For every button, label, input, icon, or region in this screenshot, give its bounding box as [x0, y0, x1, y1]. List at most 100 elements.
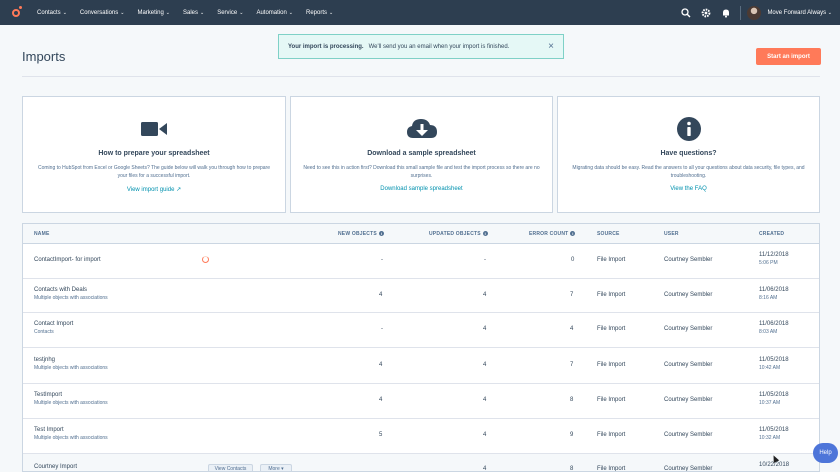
more-dropdown-button[interactable]: More ▾ [260, 464, 292, 471]
nav-utilities: Move Forward Always ⌄ [680, 0, 840, 25]
nav-item-reports[interactable]: Reports ⌄ [306, 10, 333, 16]
row-name[interactable]: Contact Import Contacts [34, 321, 73, 335]
row-created: 11/05/2018 10:32 AM [759, 427, 789, 441]
page-title: Imports [22, 49, 66, 64]
alert-message: We'll send you an email when your import… [368, 43, 510, 50]
table-header: NAME NEW OBJECTS i UPDATED OBJECTS i ERROR… [23, 224, 819, 244]
nav-item-sales[interactable]: Sales ⌄ [183, 10, 204, 16]
row-created: 11/05/2018 10:37 AM [759, 392, 789, 406]
row-user: Courtney Sembler [664, 292, 713, 298]
card-title: How to prepare your spreadsheet [98, 150, 210, 157]
row-created: 11/05/2018 10:42 AM [759, 357, 789, 371]
card-sample-spreadsheet: Download a sample spreadsheet Need to se… [290, 96, 553, 213]
nav-item-marketing[interactable]: Marketing ⌄ [137, 10, 170, 16]
cloud-download-icon [291, 117, 552, 141]
row-error-count: 8 [570, 397, 574, 403]
row-name[interactable]: Test Import Multiple objects with associa… [34, 427, 108, 441]
table-row[interactable]: Contact Import Contacts - 4 4 File Import… [23, 313, 819, 348]
row-updated-objects: 4 [483, 362, 487, 368]
card-description: Coming to HubSpot from Excel or Google S… [38, 165, 270, 179]
search-icon[interactable] [680, 7, 692, 19]
loading-spinner-icon [202, 256, 209, 263]
nav-divider [740, 5, 742, 20]
table-row[interactable]: Test Import Multiple objects with associa… [23, 419, 819, 454]
card-title: Download a sample spreadsheet [367, 150, 476, 157]
header-divider [22, 76, 820, 77]
row-error-count: 9 [570, 432, 574, 438]
row-created: 11/06/2018 8:03 AM [759, 321, 789, 335]
card-description: Need to see this in action first? Downlo… [303, 165, 540, 179]
nav-item-contacts[interactable]: Contacts ⌄ [37, 10, 67, 16]
row-user: Courtney Sembler [664, 466, 713, 472]
column-header-error-count[interactable]: ERROR COUNT i [529, 231, 576, 237]
alert-heading: Your import is processing. [288, 43, 364, 50]
row-user: Courtney Sembler [664, 257, 713, 263]
card-description: Migrating data should be easy. Read the … [572, 165, 805, 179]
row-updated-objects: 4 [483, 292, 487, 298]
help-button[interactable]: Help [813, 443, 838, 463]
info-icon[interactable]: i [570, 231, 576, 237]
imports-table: NAME NEW OBJECTS i UPDATED OBJECTS i ERROR… [22, 223, 820, 472]
nav-item-conversations[interactable]: Conversations ⌄ [80, 10, 125, 16]
card-have-questions: Have questions? Migrating data should be… [557, 96, 820, 213]
row-user: Courtney Sembler [664, 397, 713, 403]
row-error-count: 8 [570, 466, 574, 472]
table-row[interactable]: ContactImport- for import - - 0 File Imp… [23, 244, 819, 279]
column-header-user[interactable]: USER [664, 231, 679, 237]
table-row[interactable]: Courtney Import View Contacts More ▾ 4 8… [23, 454, 819, 472]
row-source: File Import [597, 466, 626, 472]
row-error-count: 4 [570, 326, 574, 332]
row-created: 11/06/2018 8:16 AM [759, 287, 789, 301]
column-header-source[interactable]: SOURCE [597, 231, 620, 237]
row-name[interactable]: TestImport Multiple objects with associat… [34, 392, 108, 406]
nav-item-service[interactable]: Service ⌄ [217, 10, 243, 16]
row-source: File Import [597, 432, 626, 438]
row-source: File Import [597, 257, 626, 263]
avatar[interactable] [747, 5, 762, 20]
row-source: File Import [597, 326, 626, 332]
import-processing-alert: Your import is processing. We'll send yo… [278, 34, 564, 59]
row-error-count: 7 [570, 292, 574, 298]
row-name[interactable]: Courtney Import [34, 464, 77, 470]
view-faq-link[interactable]: View the FAQ [558, 186, 819, 192]
info-icon[interactable]: i [482, 231, 488, 237]
row-name[interactable]: testjnhg Multiple objects with associatio… [34, 357, 108, 371]
row-user: Courtney Sembler [664, 326, 713, 332]
info-icon [558, 117, 819, 141]
table-row[interactable]: testjnhg Multiple objects with associatio… [23, 348, 819, 384]
column-header-updated-objects[interactable]: UPDATED OBJECTS i [429, 231, 488, 237]
table-row[interactable]: TestImport Multiple objects with associat… [23, 384, 819, 419]
row-new-objects: - [381, 326, 383, 332]
row-new-objects: 4 [379, 397, 383, 403]
row-updated-objects: 4 [483, 397, 487, 403]
external-link-icon: ↗ [176, 187, 182, 193]
table-row[interactable]: Contacts with Deals Multiple objects with… [23, 279, 819, 313]
row-user: Courtney Sembler [664, 432, 713, 438]
download-sample-spreadsheet-link[interactable]: Download sample spreadsheet [291, 186, 552, 192]
row-source: File Import [597, 397, 626, 403]
info-icon[interactable]: i [378, 231, 384, 237]
hubspot-logo-icon[interactable] [9, 5, 23, 20]
gear-icon[interactable] [700, 7, 712, 19]
view-contacts-button[interactable]: View Contacts [208, 464, 253, 471]
row-new-objects: 5 [379, 432, 383, 438]
view-import-guide-link[interactable]: View import guide ↗ [23, 186, 285, 193]
nav-item-automation[interactable]: Automation ⌄ [256, 10, 293, 16]
row-error-count: 0 [571, 257, 575, 263]
bell-icon[interactable] [720, 7, 732, 19]
row-created: 11/12/2018 5:06 PM [759, 252, 789, 266]
row-name[interactable]: Contacts with Deals Multiple objects with… [34, 287, 108, 301]
row-name[interactable]: ContactImport- for import [34, 257, 101, 263]
row-new-objects: 4 [379, 292, 383, 298]
column-header-name[interactable]: NAME [34, 231, 50, 237]
top-navigation-bar: Contacts ⌄ Conversations ⌄ Marketing ⌄ Sale… [0, 0, 840, 25]
card-title: Have questions? [660, 150, 717, 157]
column-header-new-objects[interactable]: NEW OBJECTS i [338, 231, 384, 237]
start-import-button[interactable]: Start an import [756, 48, 821, 65]
column-header-created[interactable]: CREATED [759, 231, 784, 237]
row-updated-objects: - [484, 257, 486, 263]
account-menu[interactable]: Move Forward Always ⌄ [767, 10, 832, 16]
close-icon[interactable]: × [548, 41, 554, 53]
row-new-objects: - [381, 257, 383, 263]
row-created: 10/22/2018 [759, 462, 790, 468]
